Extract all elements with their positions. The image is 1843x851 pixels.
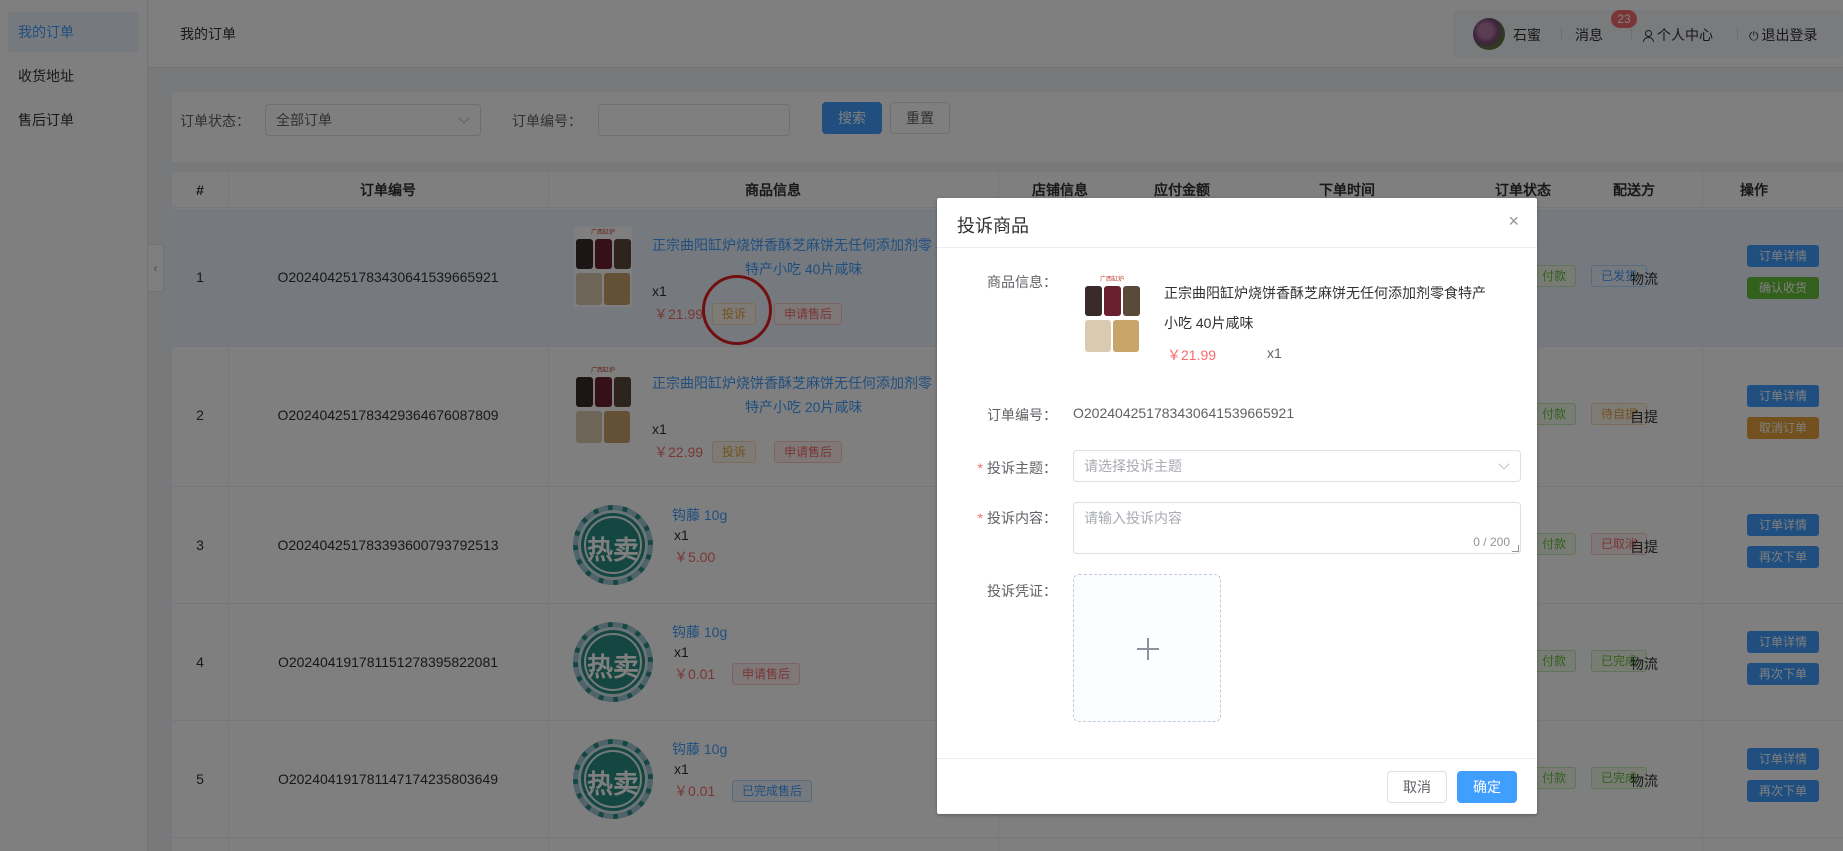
chevron-down-icon (1498, 458, 1510, 470)
product-info-label: 商品信息： (987, 274, 1057, 290)
dialog-footer: 取消 确定 (937, 758, 1537, 814)
content-placeholder: 请输入投诉内容 (1084, 510, 1182, 526)
modal-overlay[interactable] (0, 0, 1843, 851)
required-mark: * (977, 460, 983, 476)
order-no-label: 订单编号： (987, 407, 1057, 423)
resize-handle-icon[interactable] (1512, 545, 1519, 552)
dialog-title: 投诉商品 (957, 216, 1029, 236)
thumb-caption: 广西缸炉 (1083, 274, 1141, 286)
character-counter: 0 / 200 (1473, 535, 1510, 549)
content-label: * 投诉内容： (947, 508, 1057, 528)
evidence-label: 投诉凭证： (987, 583, 1057, 599)
dialog-product-price: ￥21.99 (1167, 347, 1217, 363)
dialog-product-thumbnail: 广西缸炉 (1083, 274, 1145, 354)
required-mark: * (977, 510, 983, 526)
evidence-upload[interactable] (1073, 574, 1221, 722)
plus-icon-stroke (1147, 638, 1149, 660)
complaint-subject-select[interactable]: 请选择投诉主题 (1073, 450, 1521, 482)
content-label-text: 投诉内容： (987, 510, 1057, 526)
subject-placeholder: 请选择投诉主题 (1084, 458, 1182, 474)
close-icon[interactable]: × (1508, 212, 1519, 230)
cancel-button[interactable]: 取消 (1387, 771, 1447, 803)
dialog-header: 投诉商品 × (937, 198, 1537, 248)
subject-label-text: 投诉主题： (987, 460, 1057, 476)
complaint-content-textarea[interactable]: 请输入投诉内容 0 / 200 (1073, 502, 1521, 554)
dialog-order-number: O202404251783430641539665921 (1073, 405, 1295, 421)
dialog-product-name: 正宗曲阳缸炉烧饼香酥芝麻饼无任何添加剂零食特产小吃 40片咸味 (1164, 285, 1486, 331)
subject-label: * 投诉主题： (947, 458, 1057, 478)
confirm-button[interactable]: 确定 (1457, 771, 1517, 803)
complaint-dialog: 投诉商品 × 商品信息： 广西缸炉 正宗曲阳缸炉烧饼香酥芝麻饼无任何添加剂零食特… (937, 198, 1537, 814)
dialog-product-qty: x1 (1267, 345, 1282, 361)
